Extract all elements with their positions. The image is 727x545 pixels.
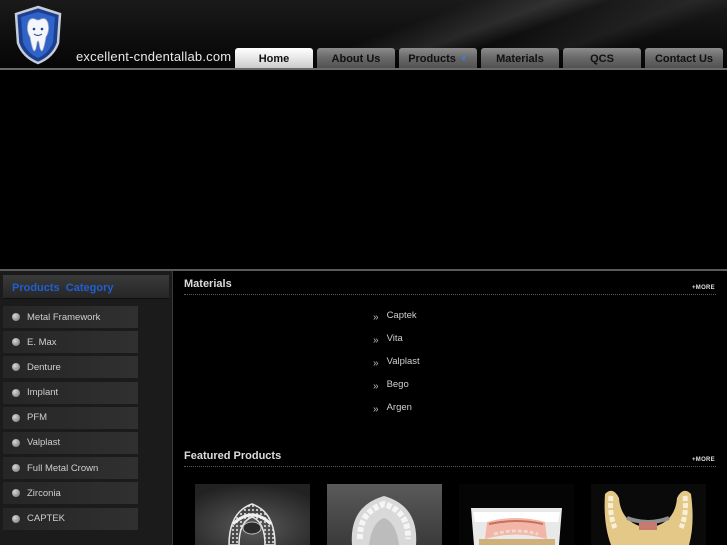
nav-contact-label: Contact Us: [654, 52, 714, 65]
category-item[interactable]: Denture: [3, 356, 138, 379]
material-label: Bego: [386, 379, 409, 390]
double-chevron-icon: »: [373, 357, 379, 369]
category-item[interactable]: Implant: [3, 381, 138, 404]
nav-home-label: Home: [258, 52, 290, 65]
bullet-icon: [12, 413, 20, 422]
site-header: excellent-cndentallab.com Home About Us …: [0, 0, 727, 70]
nav-materials-label: Materials: [496, 52, 544, 65]
materials-divider: [184, 294, 716, 295]
materials-title: Materials: [184, 278, 232, 290]
bullet-icon: [12, 313, 20, 321]
nav-qcs[interactable]: QCS: [563, 48, 641, 69]
material-label: Argen: [386, 402, 412, 413]
dental-model-photo[interactable]: [327, 484, 442, 545]
featured-products-row: [195, 484, 706, 545]
tooth-shield-logo[interactable]: [13, 5, 63, 65]
material-label: Vita: [386, 333, 403, 344]
materials-more-link[interactable]: +MORE: [692, 285, 715, 291]
double-chevron-icon: »: [373, 334, 379, 346]
site-name[interactable]: excellent-cndentallab.com: [76, 49, 231, 64]
bullet-icon: [12, 514, 20, 523]
implant-bar-photo[interactable]: [591, 484, 706, 545]
category-label: Metal Framework: [27, 311, 101, 323]
caret-down-icon: ▼: [459, 54, 468, 63]
material-item[interactable]: » Vita: [373, 327, 420, 350]
material-item[interactable]: » Captek: [373, 304, 420, 327]
featured-divider: [184, 466, 716, 467]
nav-products[interactable]: Products ▼: [399, 48, 477, 69]
category-item[interactable]: Zirconia: [3, 482, 138, 505]
category-label: PFM: [27, 412, 48, 424]
metal-framework-photo[interactable]: [195, 484, 310, 545]
bullet-icon: [12, 338, 20, 347]
category-item[interactable]: Valplast: [3, 431, 138, 454]
denture-photo[interactable]: [459, 484, 574, 545]
category-label: CAPTEK: [27, 513, 66, 524]
bullet-icon: [12, 363, 20, 372]
main-content: Materials +MORE » Captek » Vita » Valplast …: [173, 271, 727, 545]
category-label: Denture: [27, 361, 61, 373]
hero-banner: [0, 70, 727, 270]
nav-about-us[interactable]: About Us: [317, 48, 395, 69]
bullet-icon: [12, 489, 20, 498]
sidebar-title: Products Category: [3, 275, 169, 299]
material-label: Captek: [386, 310, 417, 321]
category-label: Implant: [27, 387, 59, 399]
material-item[interactable]: » Valplast: [373, 350, 420, 373]
category-label: Valplast: [27, 437, 61, 449]
category-label: E. Max: [27, 336, 57, 348]
category-list: Metal Framework E. Max Denture Implant P…: [3, 306, 138, 533]
double-chevron-icon: »: [373, 311, 379, 323]
featured-more-link[interactable]: +MORE: [692, 457, 715, 463]
category-item[interactable]: Metal Framework: [3, 306, 138, 328]
bullet-icon: [12, 438, 20, 447]
bullet-icon: [12, 464, 20, 473]
nav-about-label: About Us: [331, 52, 381, 65]
header-decoration: [307, 0, 727, 50]
featured-products-title: Featured Products: [184, 450, 282, 462]
material-label: Valplast: [386, 356, 420, 367]
category-item[interactable]: Full Metal Crown: [3, 457, 138, 480]
nav-home[interactable]: Home: [235, 48, 313, 69]
products-category-sidebar: Products Category Metal Framework E. Max…: [0, 271, 173, 545]
category-label: Zirconia: [27, 487, 61, 499]
nav-contact-us[interactable]: Contact Us: [645, 48, 723, 69]
category-label: Full Metal Crown: [27, 462, 99, 474]
nav-products-label: Products: [408, 52, 456, 65]
category-item[interactable]: CAPTEK: [3, 507, 138, 530]
nav-materials[interactable]: Materials: [481, 48, 559, 69]
nav-qcs-label: QCS: [590, 52, 614, 65]
double-chevron-icon: »: [373, 380, 379, 392]
double-chevron-icon: »: [373, 403, 379, 415]
material-item[interactable]: » Bego: [373, 373, 420, 396]
materials-list: » Captek » Vita » Valplast » Bego » Argen: [373, 304, 420, 419]
material-item[interactable]: » Argen: [373, 396, 420, 419]
category-item[interactable]: E. Max: [3, 331, 138, 354]
bullet-icon: [12, 388, 20, 397]
category-item[interactable]: PFM: [3, 406, 138, 429]
main-nav: Home About Us Products ▼ Materials QCS Co…: [235, 48, 723, 69]
